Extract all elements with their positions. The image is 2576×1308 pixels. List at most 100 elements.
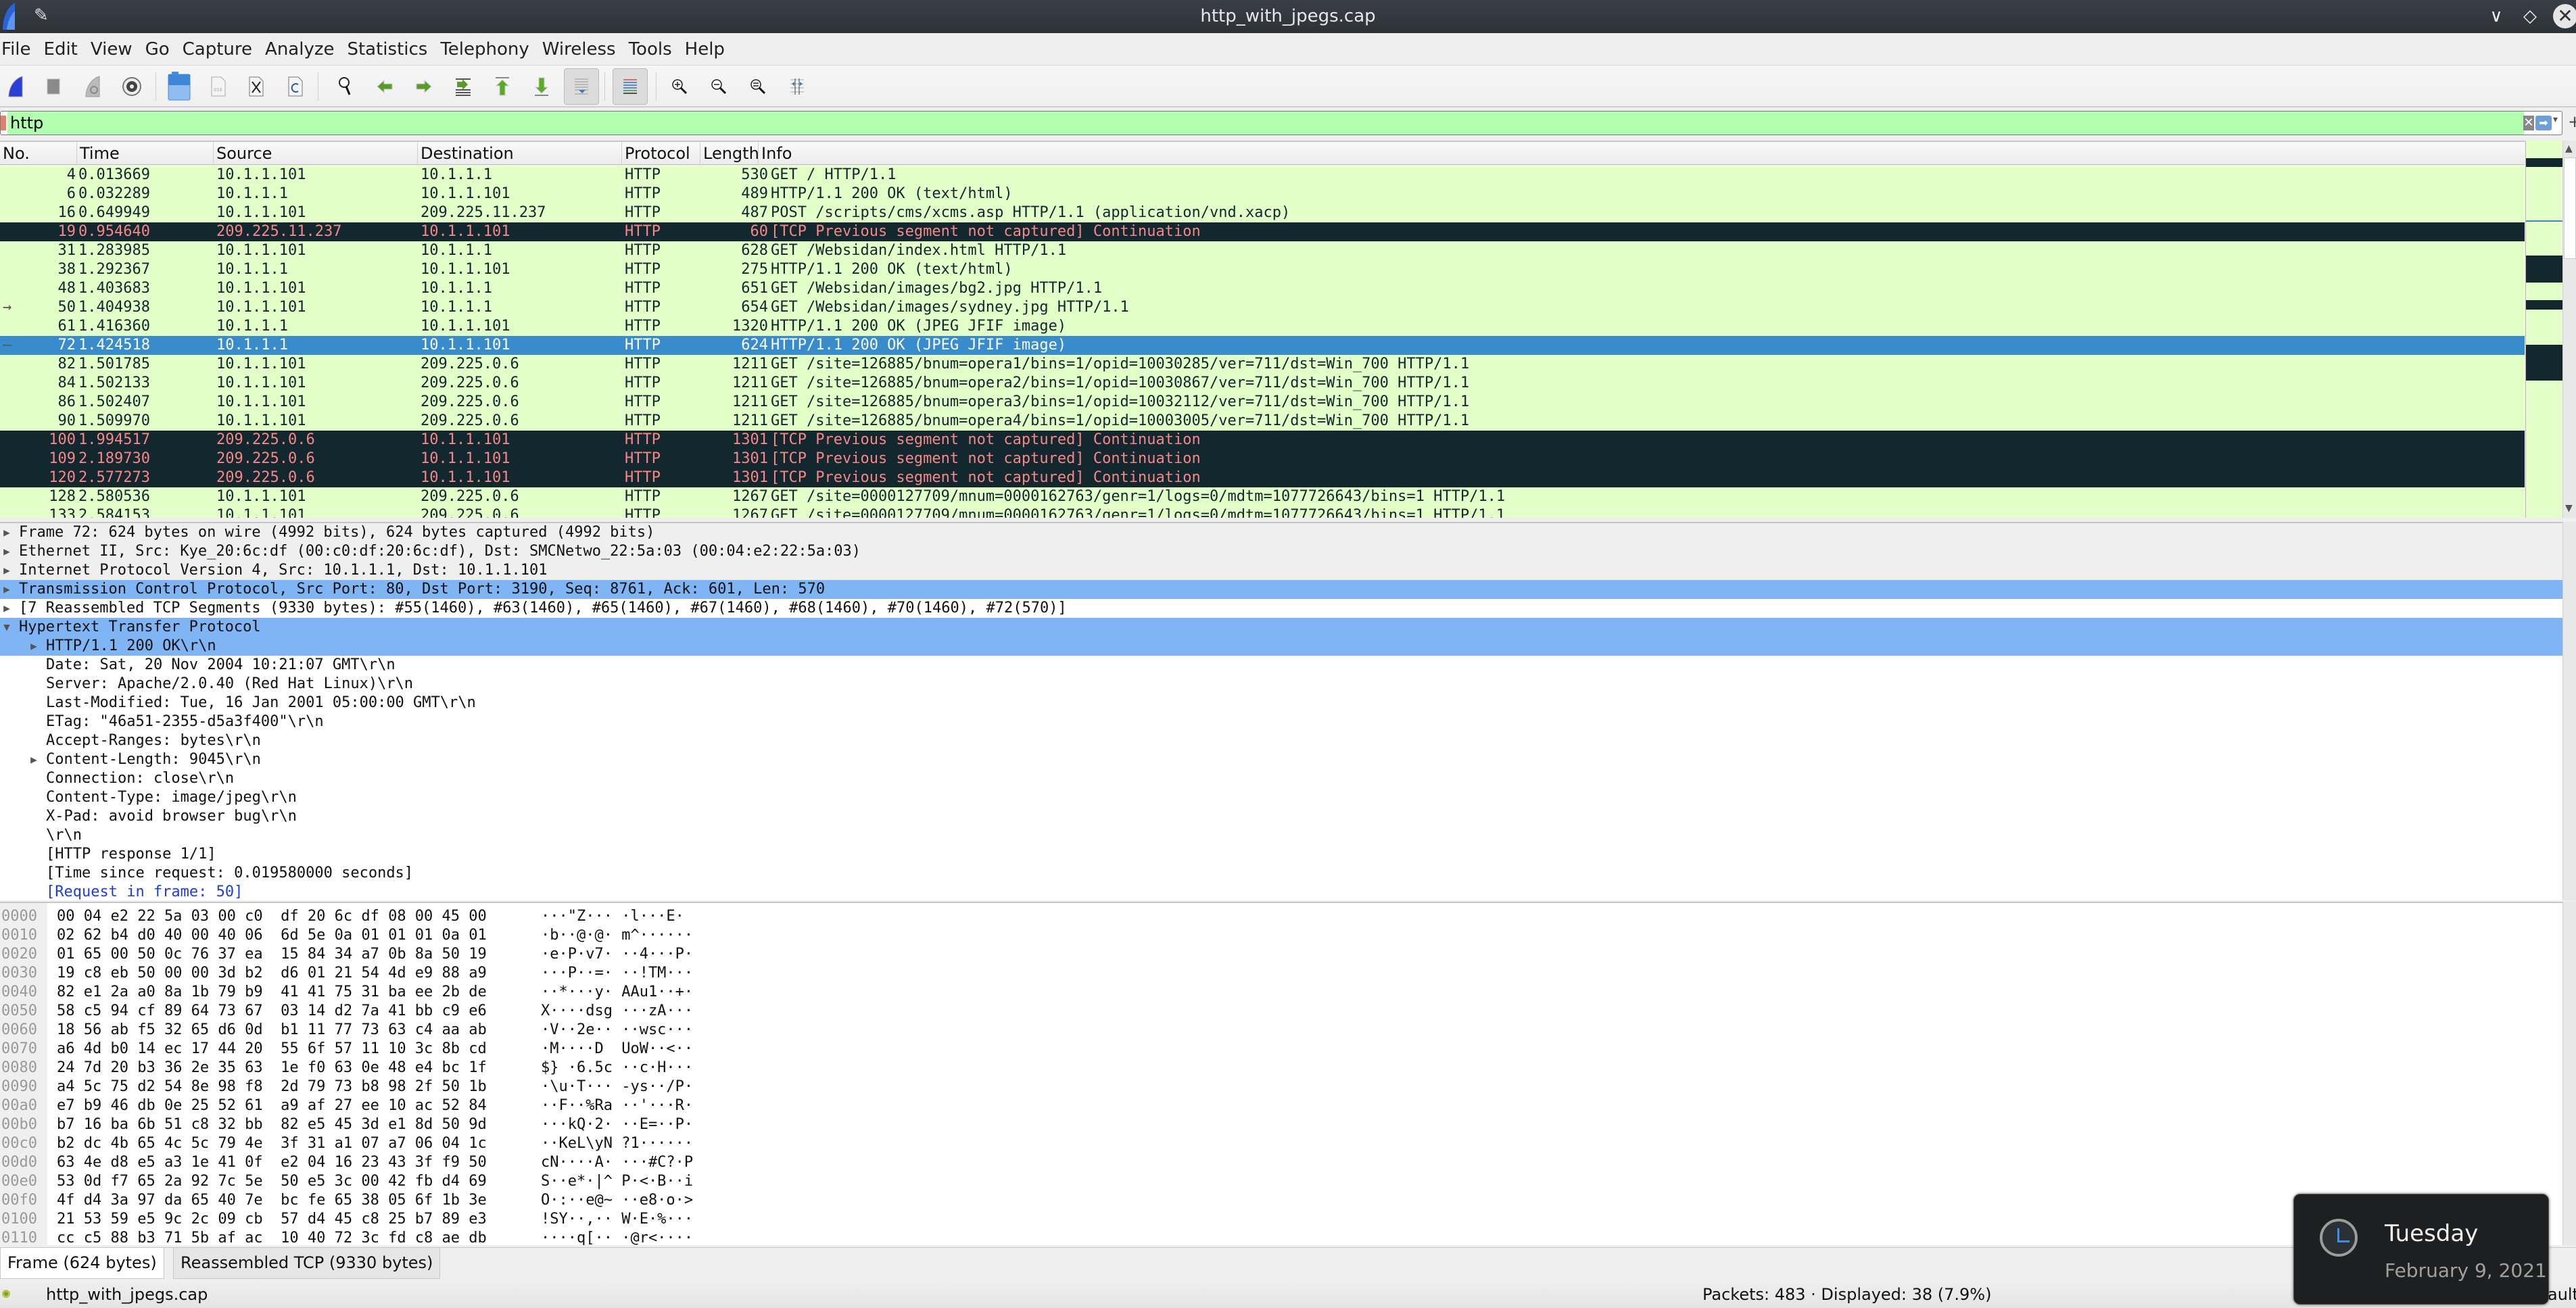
capture-options-button[interactable] — [116, 71, 147, 102]
column-header-info[interactable]: Info — [759, 142, 2525, 165]
tab-frame-bytes[interactable]: Frame (624 bytes) — [0, 1248, 164, 1279]
column-header-length[interactable]: Length — [700, 142, 759, 165]
packet-row[interactable]: 120 2.577273 209.225.0.6 10.1.1.101 HTTP 1301… — [0, 468, 2525, 487]
menu-file[interactable]: File — [0, 39, 37, 59]
packet-row[interactable]: 19 0.954640 209.225.11.237 10.1.1.101 HTTP 60… — [0, 222, 2525, 241]
menu-tools[interactable]: Tools — [629, 39, 678, 59]
collapsed-arrow-icon[interactable]: ▶ — [0, 561, 14, 580]
detail-tree-item[interactable]: X-Pad: avoid browser bug\r\n — [0, 807, 2562, 826]
detail-tree-item[interactable]: Accept-Ranges: bytes\r\n — [0, 731, 2562, 750]
go-to-packet-button[interactable] — [448, 71, 479, 102]
detail-tree-item[interactable]: ▶ [7 Reassembled TCP Segments (9330 bytes… — [0, 599, 2562, 618]
go-previous-button[interactable] — [369, 71, 400, 102]
detail-tree-item[interactable]: ▶ Internet Protocol Version 4, Src: 10.1.… — [0, 561, 2562, 580]
open-file-button[interactable] — [164, 71, 195, 102]
date-notification[interactable]: Tuesday February 9, 2021 — [2293, 1194, 2549, 1305]
resize-columns-button[interactable] — [782, 71, 813, 102]
menu-statistics[interactable]: Statistics — [347, 39, 433, 59]
clear-filter-icon[interactable]: ✕ — [2523, 116, 2534, 130]
detail-tree-item[interactable]: ▶ HTTP/1.1 200 OK\r\n — [0, 637, 2562, 656]
packet-row[interactable]: 133 2.584153 10.1.1.101 209.225.0.6 HTTP 1267… — [0, 506, 2525, 518]
packet-row[interactable]: 38 1.292367 10.1.1.1 10.1.1.101 HTTP 275 HTTP/… — [0, 260, 2525, 279]
scroll-down-icon[interactable]: ▼ — [2565, 503, 2573, 514]
detail-tree-item[interactable]: Server: Apache/2.0.40 (Red Hat Linux)\r\… — [0, 675, 2562, 694]
column-header-source[interactable]: Source — [214, 142, 418, 165]
filter-history-dropdown-icon[interactable]: ▾ — [2553, 114, 2558, 125]
go-next-button[interactable] — [408, 71, 439, 102]
profile-label[interactable]: ault — [2548, 1281, 2576, 1308]
collapsed-arrow-icon[interactable]: ▶ — [0, 542, 14, 561]
menu-help[interactable]: Help — [685, 39, 731, 59]
packet-row[interactable]: 84 1.502133 10.1.1.101 209.225.0.6 HTTP 1211 G… — [0, 374, 2525, 393]
zoom-in-button[interactable] — [664, 71, 695, 102]
packet-row[interactable]: 31 1.283985 10.1.1.101 10.1.1.1 HTTP 628 GET /… — [0, 241, 2525, 260]
column-header-time[interactable]: Time — [77, 142, 214, 165]
detail-tree-item[interactable]: ▶ Ethernet II, Src: Kye_20:6c:df (00:c0:d… — [0, 542, 2562, 561]
detail-tree-item[interactable]: Last-Modified: Tue, 16 Jan 2001 05:00:00… — [0, 694, 2562, 712]
packet-row[interactable]: 90 1.509970 10.1.1.101 209.225.0.6 HTTP 1211 G… — [0, 412, 2525, 431]
menu-analyze[interactable]: Analyze — [265, 39, 340, 59]
packet-row[interactable]: 109 2.189730 209.225.0.6 10.1.1.101 HTTP 1301… — [0, 450, 2525, 468]
tab-reassembled-tcp[interactable]: Reassembled TCP (9330 bytes) — [173, 1248, 441, 1279]
packet-row[interactable]: 100 1.994517 209.225.0.6 10.1.1.101 HTTP 1301… — [0, 431, 2525, 450]
expert-info-icon[interactable] — [1, 1288, 11, 1300]
colorize-button[interactable] — [613, 68, 648, 105]
detail-tree-item[interactable]: [Time since request: 0.019580000 seconds… — [0, 864, 2562, 883]
stop-capture-button[interactable] — [38, 71, 69, 102]
find-packet-button[interactable] — [330, 71, 361, 102]
collapsed-arrow-icon[interactable]: ▶ — [0, 599, 14, 618]
menu-go[interactable]: Go — [145, 39, 176, 59]
detail-tree-item[interactable]: \r\n — [0, 826, 2562, 845]
start-capture-button[interactable] — [0, 71, 31, 102]
detail-tree-item[interactable]: ▶ Frame 72: 624 bytes on wire (4992 bits)… — [0, 523, 2562, 542]
detail-tree-item[interactable]: [Request in frame: 50] — [0, 883, 2562, 900]
menu-capture[interactable]: Capture — [183, 39, 258, 59]
packet-row[interactable]: 16 0.649949 10.1.1.101 209.225.11.237 HTTP 48… — [0, 203, 2525, 222]
packet-row[interactable]: 4 0.013669 10.1.1.101 10.1.1.1 HTTP 530 GET / … — [0, 166, 2525, 185]
detail-tree-item[interactable]: ETag: "46a51-2355-d5a3f400"\r\n — [0, 712, 2562, 731]
collapsed-arrow-icon[interactable]: ▶ — [27, 637, 41, 656]
auto-scroll-button[interactable] — [564, 68, 599, 105]
packet-row[interactable]: → 50 1.404938 10.1.1.101 10.1.1.1 HTTP 654 GET … — [0, 298, 2525, 317]
close-file-button[interactable] — [241, 71, 272, 102]
maximize-button[interactable]: ◇ — [2518, 4, 2542, 28]
detail-tree-item[interactable]: Content-Type: image/jpeg\r\n — [0, 788, 2562, 807]
collapsed-arrow-icon[interactable]: ▶ — [0, 580, 14, 599]
column-header-protocol[interactable]: Protocol — [622, 142, 700, 165]
menu-telephony[interactable]: Telephony — [440, 39, 535, 59]
detail-tree-item[interactable]: Date: Sat, 20 Nov 2004 10:21:07 GMT\r\n — [0, 656, 2562, 675]
detail-tree-item[interactable]: ▼ Hypertext Transfer Protocol — [0, 618, 2562, 637]
packet-row[interactable]: 82 1.501785 10.1.1.101 209.225.0.6 HTTP 1211 G… — [0, 355, 2525, 374]
reload-file-button[interactable] — [280, 71, 311, 102]
go-last-button[interactable] — [526, 71, 557, 102]
scroll-up-icon[interactable]: ▲ — [2565, 143, 2573, 154]
scrollbar-thumb[interactable] — [2564, 158, 2576, 259]
column-header-no[interactable]: No. — [0, 142, 77, 165]
restart-capture-button[interactable] — [77, 71, 108, 102]
collapsed-arrow-icon[interactable]: ▶ — [27, 750, 41, 769]
packet-row[interactable]: 86 1.502407 10.1.1.101 209.225.0.6 HTTP 1211 G… — [0, 393, 2525, 412]
collapsed-arrow-icon[interactable]: ▶ — [0, 523, 14, 542]
packet-row[interactable]: 61 1.416360 10.1.1.1 10.1.1.101 HTTP 1320 HTTP… — [0, 317, 2525, 336]
packet-row[interactable]: 128 2.580536 10.1.1.101 209.225.0.6 HTTP 1267… — [0, 487, 2525, 506]
display-filter-input[interactable] — [7, 112, 2524, 135]
apply-filter-icon[interactable]: ➡ — [2535, 116, 2552, 130]
detail-tree-item[interactable]: [HTTP response 1/1] — [0, 845, 2562, 864]
packet-minimap[interactable] — [2525, 141, 2562, 518]
menu-wireless[interactable]: Wireless — [542, 39, 622, 59]
menu-view[interactable]: View — [91, 39, 139, 59]
zoom-out-button[interactable] — [703, 71, 734, 102]
details-scrollbar[interactable] — [2562, 522, 2576, 900]
detail-tree-item[interactable]: Connection: close\r\n — [0, 769, 2562, 788]
go-first-button[interactable] — [487, 71, 518, 102]
column-header-destination[interactable]: Destination — [418, 142, 622, 165]
packet-row[interactable]: 48 1.403683 10.1.1.101 10.1.1.1 HTTP 651 GET /… — [0, 279, 2525, 298]
packet-row[interactable]: –72 1.424518 10.1.1.1 10.1.1.101 HTTP 624 HTTP… — [0, 336, 2525, 355]
expanded-arrow-icon[interactable]: ▼ — [0, 618, 14, 637]
detail-tree-item[interactable]: ▶ Content-Length: 9045\r\n — [0, 750, 2562, 769]
packet-list-scrollbar[interactable]: ▲ ▼ — [2562, 141, 2576, 518]
close-button[interactable]: ✕ — [2553, 4, 2576, 28]
detail-tree-item[interactable]: ▶ Transmission Control Protocol, Src Port… — [0, 580, 2562, 599]
packet-row[interactable]: 6 0.032289 10.1.1.1 10.1.1.101 HTTP 489 HTTP/1… — [0, 185, 2525, 203]
bytes-scrollbar[interactable] — [2562, 902, 2576, 1245]
